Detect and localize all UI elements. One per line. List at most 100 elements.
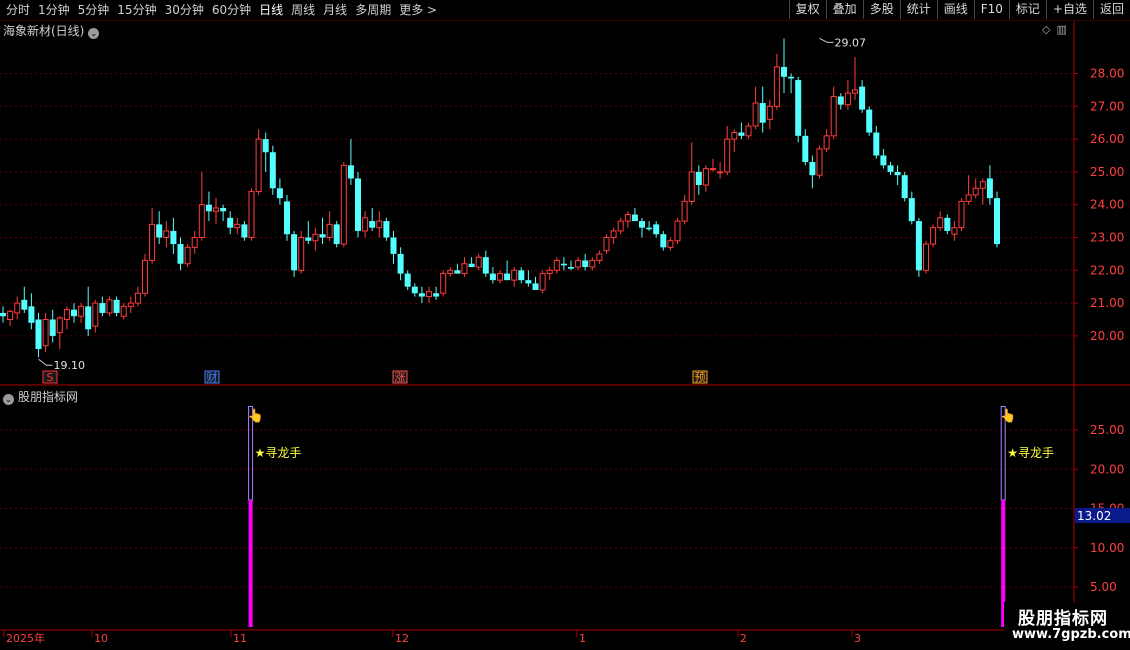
price-tick-label: 24.00 (1090, 198, 1124, 212)
candle-body-up (766, 105, 773, 120)
candle-body-up (14, 302, 21, 314)
candle-body-down (383, 221, 390, 238)
candle-body-up (149, 223, 156, 261)
price-tick-label: 25.00 (1090, 165, 1124, 179)
candle-body-down (489, 273, 496, 281)
candle-body-up (724, 138, 731, 173)
candle-body-up (362, 217, 369, 232)
candle-body-down (859, 86, 866, 110)
candle-body-up (745, 125, 752, 137)
candle-body-down (759, 103, 766, 123)
candle-body-up (667, 240, 674, 248)
time-axis-label: 1 (579, 632, 586, 645)
candle-body-up (78, 305, 85, 317)
candle-body-up (340, 164, 347, 245)
candle-body-down (795, 80, 802, 136)
candle-body-up (596, 253, 603, 261)
candle-body-up (326, 223, 333, 239)
candle-body-down (518, 270, 525, 281)
indicator-tick-label: 25.00 (1090, 423, 1124, 437)
candle-body-up (511, 269, 518, 281)
candle-body-down (49, 319, 56, 336)
candle-body-up (624, 214, 631, 222)
event-marker-label: S (47, 371, 54, 384)
time-axis-label: 11 (233, 632, 247, 645)
candle-body-down (986, 178, 993, 199)
candle-body-down (411, 286, 418, 294)
candle-body-up (852, 89, 858, 94)
low-price-label: 19.10 (54, 359, 86, 372)
candle-body-up (603, 237, 610, 252)
indicator-tick-label: 5.00 (1090, 580, 1117, 594)
price-tick-label: 26.00 (1090, 132, 1124, 146)
candle-body-up (142, 259, 148, 294)
low-pointer (38, 358, 53, 366)
time-axis-label: 12 (395, 632, 409, 645)
candle-body-down (220, 207, 227, 212)
signal-label: ★寻龙手 (1007, 446, 1054, 460)
candle-body-down (504, 273, 511, 281)
candle-body-down (390, 237, 397, 254)
candle-body-down (631, 214, 638, 222)
candle-body-up (923, 243, 929, 271)
candle-body-up (163, 230, 170, 239)
event-marker-label: 涨 (395, 371, 406, 384)
candle-body-up (710, 168, 716, 171)
candle-body-up (213, 207, 219, 212)
high-pointer (819, 37, 834, 43)
candle-body-up (120, 305, 127, 317)
candle-body-down (262, 139, 269, 153)
candle-body-up (830, 95, 837, 137)
price-tick-label: 28.00 (1090, 67, 1124, 81)
candle-body-down (894, 171, 901, 176)
candle-body-up (844, 92, 851, 106)
candle-body-down (0, 312, 6, 317)
candle-body-up (702, 168, 709, 186)
candle-body-down (802, 135, 809, 163)
candle-body-down (532, 283, 539, 290)
candle-body-down (99, 303, 106, 313)
candle-body-up (681, 200, 688, 222)
time-axis-label: 2025年 (6, 631, 45, 645)
candle-body-down (404, 273, 411, 287)
candle-body-down (355, 178, 361, 231)
candle-body-up (7, 310, 14, 320)
current-value-label: 13.02 (1077, 509, 1111, 523)
chart-canvas[interactable]: 28.0027.0026.0025.0024.0023.0022.0021.00… (0, 0, 1130, 650)
price-tick-label: 22.00 (1090, 263, 1124, 277)
candle-body-up (823, 135, 830, 150)
candle-body-down (873, 132, 880, 156)
candle-body-up (717, 171, 724, 174)
candle-body-down (582, 260, 589, 268)
candle-body-down (418, 293, 425, 297)
candle-body-up (937, 217, 944, 229)
candle-body-down (397, 253, 404, 274)
candle-body-up (134, 292, 141, 304)
hand-pointer-icon: 👆 (1000, 408, 1016, 424)
candle-body-up (951, 227, 958, 235)
candle-body-down (781, 66, 787, 77)
candle-body-up (979, 181, 986, 189)
candle-body-down (71, 309, 77, 317)
candle-body-down (433, 293, 440, 297)
candle-body-down (156, 224, 163, 238)
candle-body-down (333, 224, 340, 245)
candle-body-up (298, 237, 305, 271)
candle-body-down (241, 224, 248, 238)
candle-body-down (901, 175, 908, 199)
candle-body-down (653, 224, 660, 235)
candle-body-down (695, 171, 702, 186)
candle-body-down (227, 217, 234, 228)
candle-body-down (646, 227, 653, 230)
candle-body-down (788, 76, 795, 79)
watermark-line2: www.7gpzb.com (1012, 627, 1130, 642)
price-tick-label: 20.00 (1090, 329, 1124, 343)
price-tick-label: 27.00 (1090, 99, 1124, 113)
candle-body-down (915, 221, 922, 271)
time-axis-label: 2 (740, 632, 747, 645)
candle-body-down (482, 257, 489, 274)
candle-body-up (546, 269, 553, 275)
candle-body-down (525, 280, 532, 284)
candle-body-up (447, 269, 454, 275)
signal-bar (248, 500, 253, 627)
